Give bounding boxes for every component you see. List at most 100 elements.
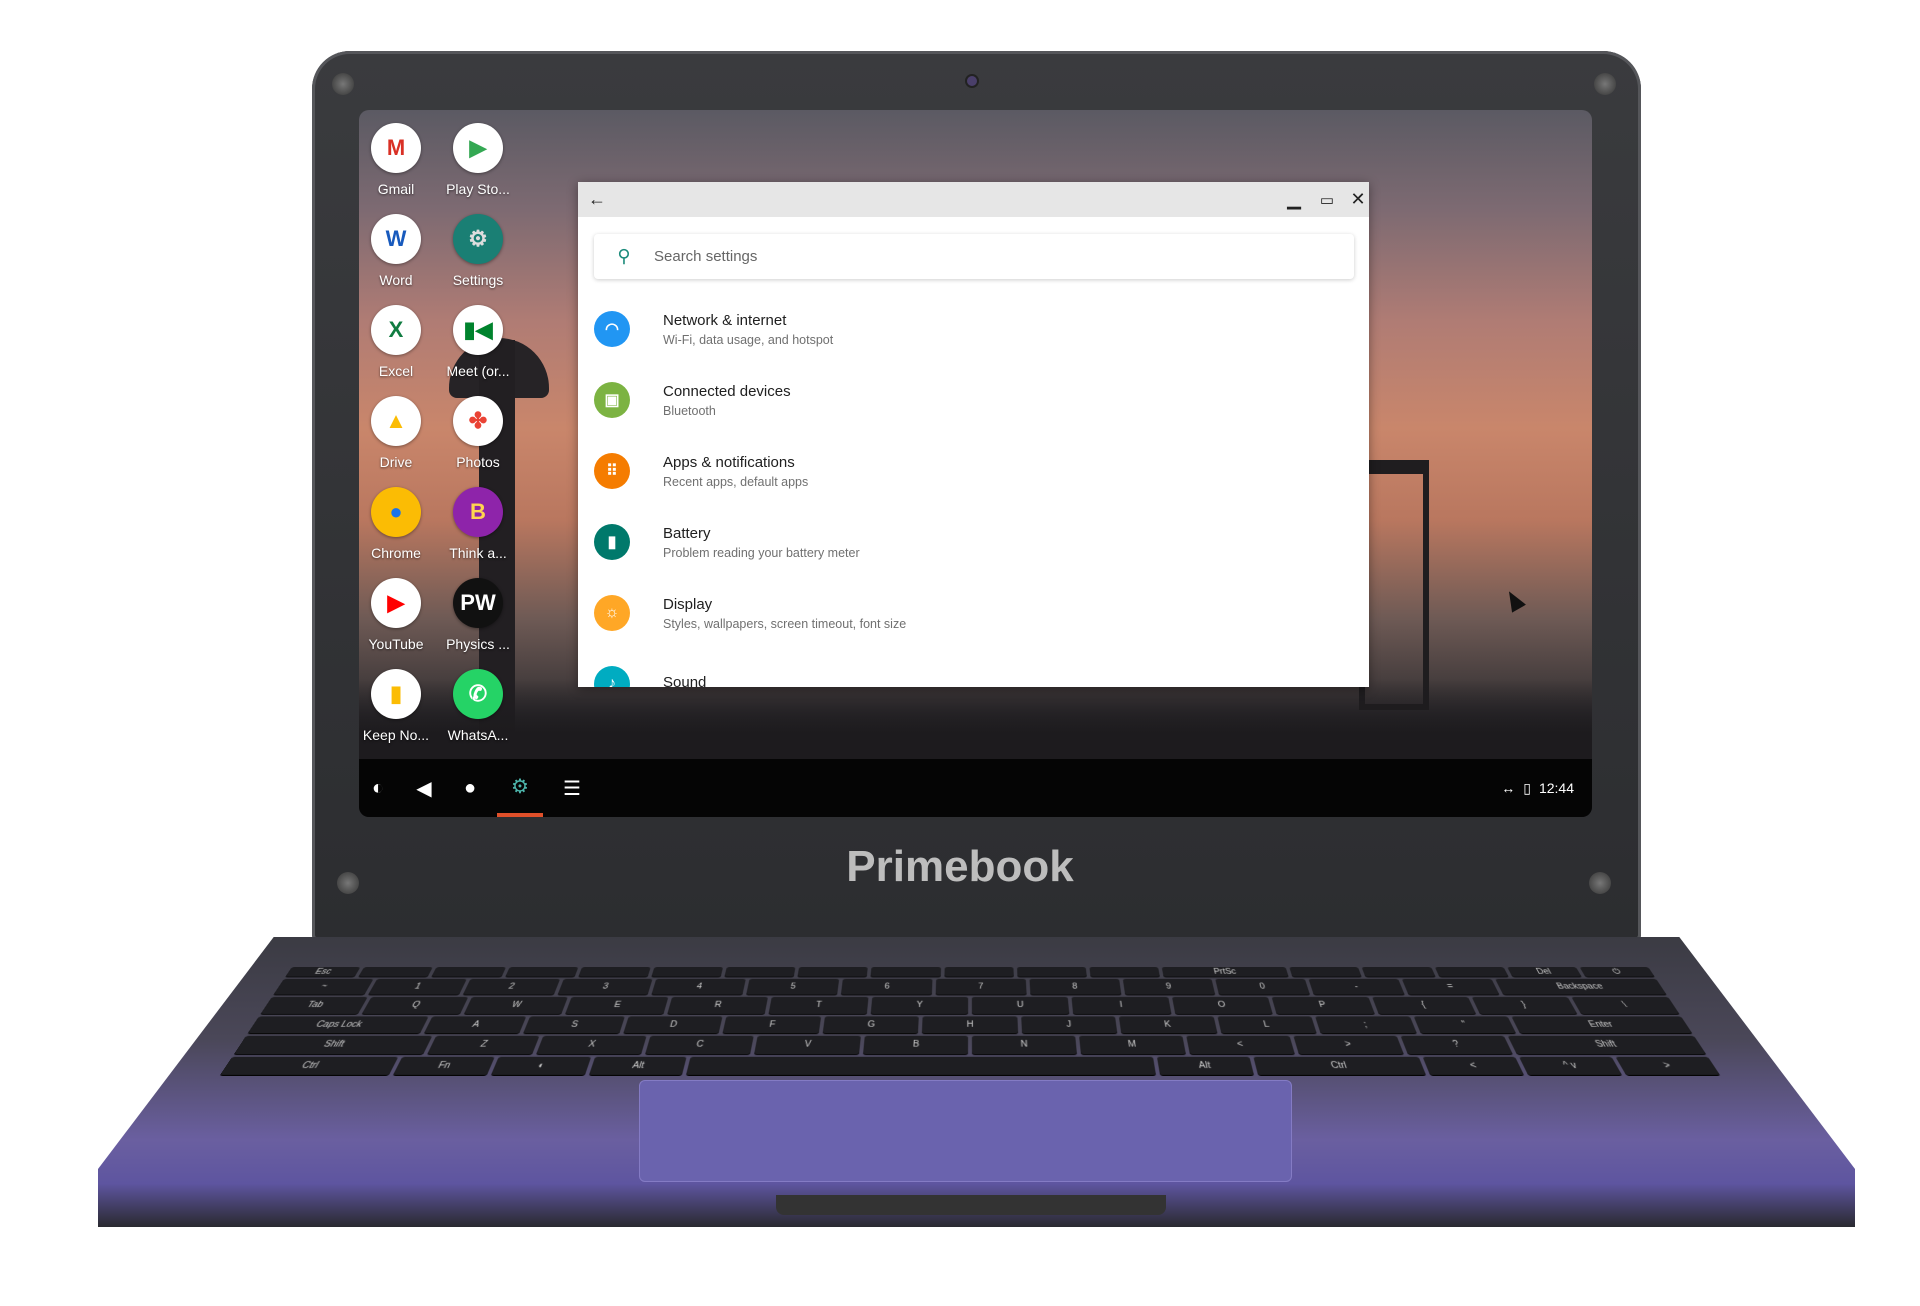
key[interactable] <box>1289 967 1361 976</box>
key[interactable]: PrtSc <box>1162 967 1289 976</box>
key[interactable]: L <box>1217 1016 1317 1033</box>
key[interactable]: M <box>1079 1036 1186 1054</box>
key[interactable]: ^ v <box>1519 1056 1622 1075</box>
key[interactable]: " <box>1413 1016 1516 1033</box>
desktop-app[interactable]: ▶ YouTube <box>359 578 441 652</box>
settings-app-icon[interactable]: ⚙ <box>497 759 543 817</box>
key[interactable]: 5 <box>746 979 839 995</box>
key[interactable]: ~ <box>273 979 373 995</box>
search-settings-input[interactable]: ⚲ Search settings <box>594 234 1354 279</box>
key[interactable]: 2 <box>462 979 559 995</box>
desktop-app[interactable]: ▮ Keep No... <box>359 669 441 743</box>
key[interactable]: > <box>1294 1036 1404 1054</box>
key[interactable]: 7 <box>936 979 1027 995</box>
back-arrow-icon[interactable]: ← <box>582 182 612 217</box>
key[interactable]: 8 <box>1029 979 1121 995</box>
settings-item[interactable]: ♪ Sound <box>594 654 706 687</box>
key[interactable]: S <box>524 1016 625 1033</box>
status-area[interactable]: ↔ ▯ 12:44 <box>1501 759 1574 817</box>
key[interactable] <box>1434 967 1508 976</box>
key[interactable]: N <box>972 1036 1077 1054</box>
key[interactable]: ◐ <box>491 1056 591 1075</box>
settings-item[interactable]: ▮ Battery Problem reading your battery met… <box>594 512 860 572</box>
key[interactable]: 0 <box>1216 979 1311 995</box>
settings-item[interactable]: ☼ Display Styles, wallpapers, screen timeo… <box>594 583 906 643</box>
key[interactable]: 9 <box>1122 979 1215 995</box>
desktop-app[interactable]: PW Physics ... <box>433 578 523 652</box>
minimize-icon[interactable]: ▁ <box>1279 182 1309 217</box>
desktop-app[interactable]: ▲ Drive <box>359 396 441 470</box>
key[interactable]: < <box>1423 1056 1524 1075</box>
key[interactable]: Ctrl <box>220 1056 398 1075</box>
key[interactable]: V <box>754 1036 861 1054</box>
key[interactable]: < <box>1186 1036 1295 1054</box>
key[interactable]: Ctrl <box>1253 1056 1427 1075</box>
launcher-icon[interactable]: ◐ <box>359 759 401 817</box>
key[interactable]: C <box>645 1036 754 1054</box>
key[interactable]: Backspace <box>1495 979 1667 995</box>
settings-item[interactable]: ▣ Connected devices Bluetooth <box>594 370 791 430</box>
key[interactable]: R <box>667 997 768 1014</box>
key[interactable]: Esc <box>285 967 360 976</box>
key[interactable]: } <box>1472 997 1578 1014</box>
key[interactable]: X <box>536 1036 646 1054</box>
key[interactable]: P <box>1272 997 1375 1014</box>
key[interactable]: { <box>1372 997 1476 1014</box>
desktop-app[interactable]: X Excel <box>359 305 441 379</box>
key[interactable]: Q <box>362 997 468 1014</box>
settings-item[interactable]: ◠ Network & internet Wi-Fi, data usage, an… <box>594 299 833 359</box>
key[interactable]: D <box>623 1016 723 1033</box>
key[interactable]: Alt <box>589 1056 688 1075</box>
key[interactable]: 1 <box>368 979 467 995</box>
key[interactable] <box>686 1056 1155 1075</box>
key[interactable]: Tab <box>261 997 368 1014</box>
desktop-app[interactable]: B Think a... <box>433 487 523 561</box>
key[interactable] <box>798 967 868 976</box>
key[interactable]: W <box>464 997 568 1014</box>
key[interactable]: Fn <box>393 1056 495 1075</box>
key[interactable] <box>651 967 723 976</box>
key[interactable] <box>578 967 650 976</box>
desktop-app[interactable]: M Gmail <box>359 123 441 197</box>
desktop-app[interactable]: ▮◀ Meet (or... <box>433 305 523 379</box>
home-icon[interactable]: ● <box>447 759 493 817</box>
key[interactable] <box>1089 967 1160 976</box>
key[interactable]: B <box>863 1036 968 1054</box>
key[interactable]: Enter <box>1511 1016 1692 1033</box>
key[interactable]: O <box>1172 997 1273 1014</box>
key[interactable] <box>724 967 795 976</box>
key[interactable]: T <box>769 997 868 1014</box>
key[interactable]: I <box>1072 997 1171 1014</box>
key[interactable]: Shift <box>1508 1036 1706 1054</box>
desktop-app[interactable]: ✤ Photos <box>433 396 523 470</box>
key[interactable]: G <box>822 1016 919 1033</box>
desktop-app[interactable]: W Word <box>359 214 441 288</box>
key[interactable] <box>871 967 941 976</box>
key[interactable] <box>944 967 1014 976</box>
maximize-icon[interactable]: ▭ <box>1312 182 1342 217</box>
touchpad[interactable] <box>639 1080 1292 1182</box>
key[interactable]: Shift <box>234 1036 432 1054</box>
key[interactable] <box>432 967 506 976</box>
settings-item[interactable]: ⠿ Apps & notifications Recent apps, defaul… <box>594 441 808 501</box>
key[interactable]: K <box>1119 1016 1217 1033</box>
key[interactable]: - <box>1309 979 1405 995</box>
key[interactable]: ? <box>1401 1036 1513 1054</box>
key[interactable]: Caps Lock <box>248 1016 429 1033</box>
key[interactable]: Del <box>1507 967 1581 976</box>
key[interactable]: 4 <box>652 979 746 995</box>
key[interactable]: H <box>922 1016 1018 1033</box>
desktop-app[interactable]: ✆ WhatsA... <box>433 669 523 743</box>
key[interactable]: 3 <box>557 979 653 995</box>
key[interactable] <box>359 967 433 976</box>
key[interactable]: E <box>565 997 668 1014</box>
close-icon[interactable]: ✕ <box>1343 182 1369 217</box>
key[interactable]: J <box>1021 1016 1118 1033</box>
key[interactable]: Y <box>870 997 968 1014</box>
key[interactable]: Alt <box>1157 1056 1254 1075</box>
key[interactable] <box>1017 967 1087 976</box>
key[interactable] <box>1362 967 1435 976</box>
key[interactable]: Z <box>427 1036 539 1054</box>
key[interactable]: \ <box>1572 997 1679 1014</box>
key[interactable] <box>505 967 578 976</box>
